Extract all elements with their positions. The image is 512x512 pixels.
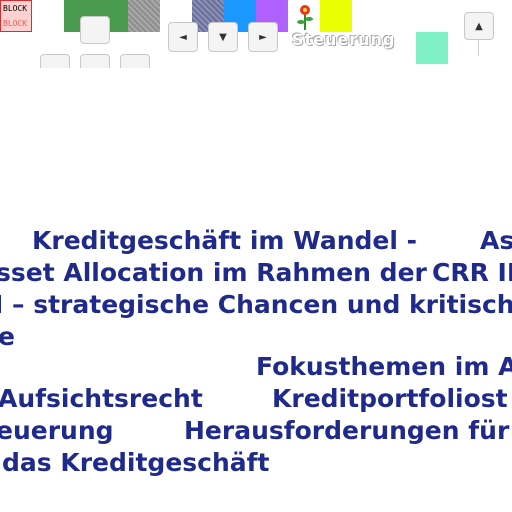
arrow-up-icon: ▲ [475, 20, 483, 32]
block-label-bottom: BLOCK [3, 19, 28, 28]
headline-line-3: I – strategische Chancen und kritisch [0, 290, 512, 319]
swatch-mint[interactable] [416, 32, 448, 64]
flower-icon[interactable] [296, 4, 314, 30]
block-label-top: BLOCK [3, 4, 28, 13]
block-icon[interactable]: BLOCK BLOCK [0, 0, 32, 32]
arrow-right-button[interactable]: ► [248, 22, 278, 52]
nav-button-bottom-2[interactable] [80, 54, 110, 68]
headline-line-6b: Kreditportfoliost [272, 384, 508, 413]
headline-line-5: Fokusthemen im A [256, 352, 512, 381]
arrow-up-button[interactable]: ▲ [464, 12, 494, 40]
swatch-gray-texture[interactable] [128, 0, 160, 32]
nav-button-top[interactable] [80, 16, 110, 44]
arrow-down-button[interactable]: ▼ [208, 22, 238, 52]
arrow-down-icon: ▼ [219, 31, 227, 43]
arrow-left-icon: ◄ [179, 31, 187, 43]
headline-line-2b: CRR II [432, 258, 512, 287]
steuerung-label: Steuerung [292, 30, 396, 49]
arrow-right-icon: ► [259, 31, 267, 43]
nav-button-bottom-3[interactable] [120, 54, 150, 68]
headline-line-6a: Aufsichtsrecht [0, 384, 203, 413]
nav-button-bottom-1[interactable] [40, 54, 70, 68]
headline-line-1a: Kreditgeschäft im Wandel - [32, 226, 417, 255]
arrow-left-button[interactable]: ◄ [168, 22, 198, 52]
headline-line-2a: sset Allocation im Rahmen der [0, 258, 427, 287]
headline-line-1b: As [480, 226, 512, 255]
swatch-yellow[interactable] [320, 0, 352, 32]
headline-line-4: e [0, 322, 15, 351]
headline-line-8: das Kreditgeschäft [2, 448, 270, 477]
scroll-track[interactable] [478, 40, 479, 56]
headline-line-7a: euerung [0, 416, 114, 445]
headline-line-7b: Herausforderungen für [184, 416, 510, 445]
